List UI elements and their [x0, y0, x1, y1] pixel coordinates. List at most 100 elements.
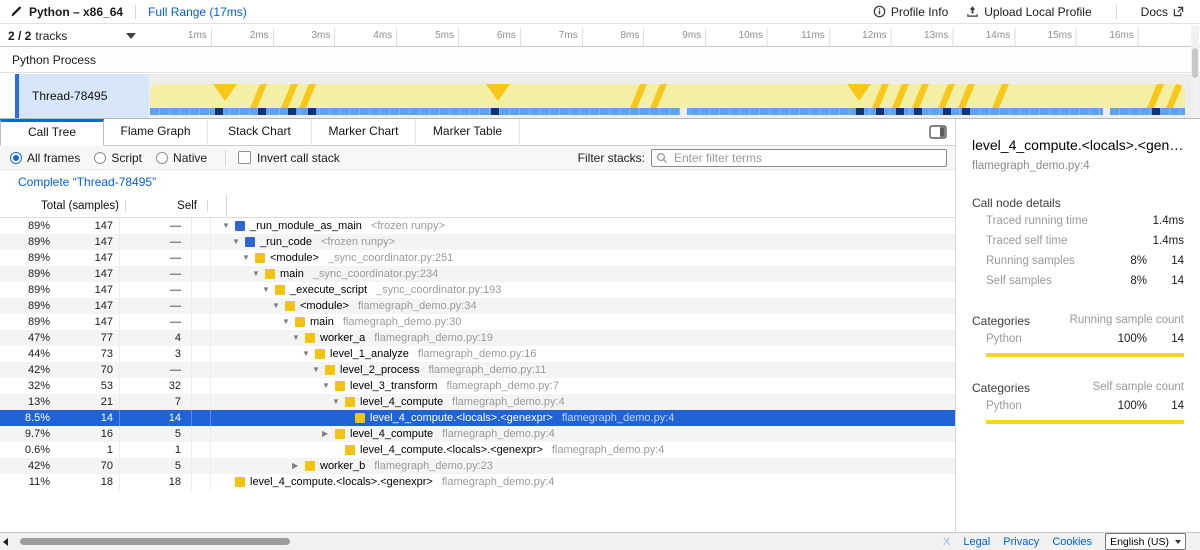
total-samples-cell: 147 [50, 218, 120, 234]
stat-row: Traced running time1.4ms [972, 212, 1184, 230]
expander-icon[interactable]: ▼ [321, 378, 335, 394]
table-row[interactable]: 89%147—▼<module>flamegraph_demo.py:34 [0, 298, 955, 314]
table-row[interactable]: 11%1818level_4_compute.<locals>.<genexpr… [0, 474, 955, 490]
activity-graph[interactable] [150, 84, 1185, 115]
sample-marker [962, 108, 970, 115]
table-row[interactable]: 9.7%165▶level_4_computeflamegraph_demo.p… [0, 426, 955, 442]
expander-icon[interactable]: ▶ [291, 458, 305, 474]
table-row[interactable]: 89%147—▼_execute_script_sync_coordinator… [0, 282, 955, 298]
tracks-dropdown[interactable]: 2 / 2 tracks [0, 25, 150, 47]
total-percent-cell: 0.6% [0, 442, 50, 458]
sidebar-toggle-button[interactable] [929, 125, 947, 139]
frame-name: level_3_transform [350, 378, 437, 394]
filter-stacks: Filter stacks: [578, 149, 947, 167]
self-samples-cell: — [120, 314, 192, 330]
table-row[interactable]: 42%705▶worker_bflamegraph_demo.py:23 [0, 458, 955, 474]
spacer-cell [192, 474, 211, 490]
footer-link-cookies[interactable]: Cookies [1052, 536, 1092, 548]
table-row[interactable]: 44%733▼level_1_analyzeflamegraph_demo.py… [0, 346, 955, 362]
table-row[interactable]: 89%147—▼mainflamegraph_demo.py:30 [0, 314, 955, 330]
column-header-self[interactable]: Self [126, 200, 208, 212]
footer-link-privacy[interactable]: Privacy [1003, 536, 1039, 548]
total-samples-cell: 147 [50, 314, 120, 330]
expander-icon[interactable]: ▼ [231, 234, 245, 250]
stat-label: Self samples [972, 275, 1103, 287]
timeline-ruler: 2 / 2 tracks 1ms2ms3ms4ms5ms6ms7ms8ms9ms… [0, 25, 1200, 47]
column-header-total[interactable]: Total (samples) [0, 200, 126, 212]
python-frame-icon [355, 413, 365, 423]
expander-icon[interactable]: ▼ [261, 282, 275, 298]
tab-flame-graph[interactable]: Flame Graph [104, 119, 208, 145]
expander-icon[interactable]: ▼ [271, 298, 285, 314]
expander-icon[interactable]: ▼ [241, 250, 255, 266]
expander-icon[interactable]: ▼ [331, 394, 345, 410]
native-frame-icon [245, 237, 255, 247]
self-samples-cell: 7 [120, 394, 192, 410]
pencil-icon[interactable] [10, 5, 23, 18]
tracks-scrollbar[interactable] [1191, 26, 1199, 117]
stat-percent: 100% [1103, 400, 1147, 412]
table-row[interactable]: 89%147—▼<module>_sync_coordinator.py:251 [0, 250, 955, 266]
invert-call-stack-checkbox[interactable]: Invert call stack [238, 151, 340, 165]
frame-location: flamegraph_demo.py:4 [562, 410, 675, 426]
table-row[interactable]: 89%147—▼main_sync_coordinator.py:234 [0, 266, 955, 282]
table-row[interactable]: 47%774▼worker_aflamegraph_demo.py:19 [0, 330, 955, 346]
scroll-left-arrow-icon[interactable] [3, 538, 8, 546]
table-row[interactable]: 89%147—▼_run_code<frozen runpy> [0, 234, 955, 250]
tab-stack-chart[interactable]: Stack Chart [208, 119, 312, 145]
table-row[interactable]: 0.6%11level_4_compute.<locals>.<genexpr>… [0, 442, 955, 458]
frame-cell: ▼_execute_script_sync_coordinator.py:193 [211, 282, 955, 298]
table-row[interactable]: 13%217▼level_4_computeflamegraph_demo.py… [0, 394, 955, 410]
tab-marker-table[interactable]: Marker Table [416, 119, 520, 145]
radio-script[interactable]: Script [94, 151, 142, 165]
scrollbar-thumb[interactable] [1192, 48, 1198, 78]
table-row[interactable]: 89%147—▼_run_module_as_main<frozen runpy… [0, 218, 955, 234]
sample-marker [896, 108, 904, 115]
total-percent-cell: 32% [0, 378, 50, 394]
frame-name: level_2_process [340, 362, 420, 378]
upload-profile-button[interactable]: Upload Local Profile [960, 5, 1097, 19]
track-thread[interactable]: Thread-78495 [0, 74, 1200, 119]
expander-icon[interactable]: ▼ [311, 362, 325, 378]
tab-call-tree[interactable]: Call Tree [0, 119, 104, 146]
frame-location: flamegraph_demo.py:19 [374, 330, 493, 346]
python-frame-icon [335, 381, 345, 391]
language-select[interactable]: English (US) [1105, 533, 1186, 550]
radio-native[interactable]: Native [156, 151, 207, 165]
tab-marker-chart[interactable]: Marker Chart [312, 119, 416, 145]
table-row[interactable]: 32%5332▼level_3_transformflamegraph_demo… [0, 378, 955, 394]
docs-link[interactable]: Docs [1135, 5, 1190, 19]
complete-thread-link[interactable]: Complete “Thread-78495” [18, 175, 156, 189]
app-header: Python – x86_64 Full Range (17ms) Profil… [0, 0, 1200, 24]
profile-info-button[interactable]: Profile Info [867, 5, 954, 19]
frame-filter-radios: All frames Script Native [10, 151, 221, 165]
horizontal-scrollbar-thumb[interactable] [20, 538, 290, 545]
filter-stacks-input[interactable] [651, 149, 947, 167]
expander-icon[interactable]: ▼ [281, 314, 295, 330]
chevron-down-icon [126, 33, 136, 39]
total-samples-cell: 147 [50, 266, 120, 282]
ruler-tick: 5ms [435, 28, 459, 46]
spacer-cell [192, 410, 211, 426]
radio-all-frames[interactable]: All frames [10, 151, 80, 165]
expander-icon[interactable]: ▼ [301, 346, 315, 362]
full-range-link[interactable]: Full Range (17ms) [148, 5, 247, 19]
expander-icon[interactable]: ▼ [251, 266, 265, 282]
expander-icon[interactable]: ▶ [321, 426, 335, 442]
stat-label: Running samples [972, 255, 1103, 267]
track-python-process[interactable]: Python Process [0, 47, 1200, 73]
expander-icon[interactable]: ▼ [221, 218, 235, 234]
footer-link-x[interactable]: X [943, 536, 950, 548]
main-panel: Call TreeFlame GraphStack ChartMarker Ch… [0, 119, 955, 532]
thread-label[interactable]: Thread-78495 [19, 74, 149, 118]
stat-value: 14 [1147, 333, 1184, 345]
python-frame-icon [235, 477, 245, 487]
divider [1116, 5, 1117, 19]
footer-link-legal[interactable]: Legal [963, 536, 990, 548]
sidebar: level_4_compute.<locals>.<genexpr> flame… [955, 119, 1200, 532]
expander-icon[interactable]: ▼ [291, 330, 305, 346]
frame-location: flamegraph_demo.py:34 [358, 298, 477, 314]
table-row[interactable]: 8.5%1414level_4_compute.<locals>.<genexp… [0, 410, 955, 426]
radio-label: Script [111, 151, 142, 165]
table-row[interactable]: 42%70—▼level_2_processflamegraph_demo.py… [0, 362, 955, 378]
